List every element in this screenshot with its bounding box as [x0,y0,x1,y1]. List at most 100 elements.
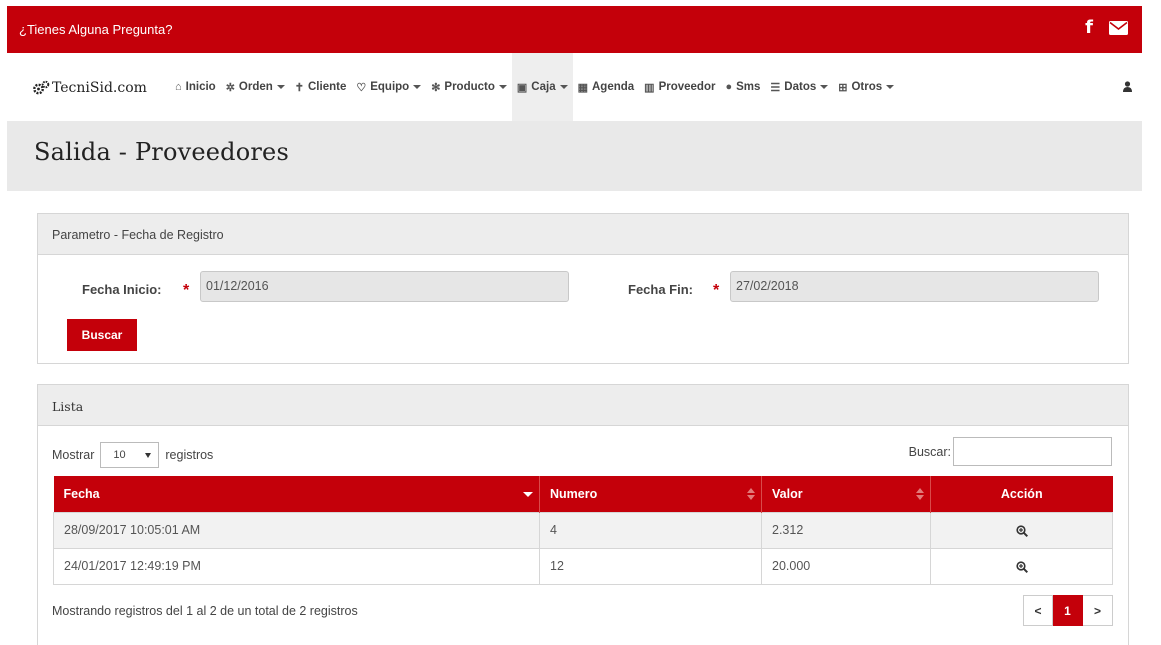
column-label: Fecha [63,486,100,501]
nav-item-datos[interactable]: ☰ Datos [765,53,833,121]
next-page-button[interactable]: > [1083,595,1113,626]
nav-item-equipo[interactable]: ♡ Equipo [351,53,426,121]
home-icon: ⌂ [175,81,182,93]
brand-logo[interactable]: TecniSid.com [32,80,147,96]
table-search-input[interactable] [953,437,1112,466]
nav-item-orden[interactable]: ✲ Orden [221,53,290,121]
nav-item-agenda[interactable]: ▦ Agenda [573,53,640,121]
nav-item-label: Sms [736,81,761,93]
nav-item-inicio[interactable]: ⌂ Inicio [170,53,221,121]
column-label: Acción [1000,486,1043,501]
nav-item-label: Equipo [370,81,410,93]
column-header-numero[interactable]: Numero [539,476,762,512]
records-label: registros [165,448,214,462]
end-date-input[interactable]: 27/02/2018 [730,271,1099,302]
nav-menu: ⌂ Inicio ✲ Orden ✝ Cliente ♡ Equipo ✻ Pr… [170,53,899,121]
search-button[interactable]: Buscar [67,319,137,351]
list-panel: Lista Mostrar 10 registros Buscar: Fecha… [37,384,1129,645]
required-mark: * [713,282,720,299]
page-title: Salida - Proveedores [34,138,289,166]
top-bar: ¿Tienes Alguna Pregunta? f [7,6,1142,53]
cell-valor: 2.312 [761,511,931,549]
table-info: Mostrando registros del 1 al 2 de un tot… [52,604,358,618]
social-links: f [1085,18,1128,38]
chevron-down-icon [276,85,285,89]
end-date-label: Fecha Fin: [628,282,694,297]
nav-item-caja[interactable]: ▣ Caja [511,53,573,121]
table-row: 28/09/2017 10:05:01 AM 4 2.312 [53,511,1113,549]
nav-item-label: Orden [238,81,273,93]
nav-item-otros[interactable]: ⊞ Otros [833,53,899,121]
user-icon[interactable] [1123,81,1132,92]
list-panel-title: Lista [38,385,1128,426]
cell-fecha: 24/01/2017 12:49:19 PM [53,547,540,585]
start-date-input[interactable]: 01/12/2016 [200,271,569,302]
gear-icon: ✲ [225,81,235,94]
page-button-current[interactable]: 1 [1053,595,1083,626]
gears-logo-icon [33,80,50,95]
sitemap-icon: ⊞ [838,81,848,94]
nav-item-label: Datos [784,81,817,93]
prev-page-button[interactable]: < [1023,595,1053,626]
filter-panel-title: Parametro - Fecha de Registro [38,214,1128,255]
nav-item-label: Producto [444,81,495,93]
search-label: Buscar: [908,444,951,459]
required-mark: * [183,282,190,299]
nav-item-label: Inicio [185,81,216,93]
zoom-in-icon[interactable] [1015,525,1028,537]
data-table: Fecha Numero Valor Acción 28/09/2017 10:… [53,476,1113,585]
nav-item-proveedor[interactable]: ▥ Proveedor [639,53,720,121]
sort-icon [916,488,924,500]
sort-desc-icon [523,492,533,497]
zoom-in-icon[interactable] [1015,561,1028,573]
nav-item-sms[interactable]: ● Sms [720,53,765,121]
nav-item-producto[interactable]: ✻ Producto [426,53,512,121]
cell-accion [930,511,1113,549]
facebook-icon[interactable]: f [1085,18,1093,38]
show-label: Mostrar [52,448,95,462]
nav-item-label: Agenda [592,81,635,93]
cell-fecha: 28/09/2017 10:05:01 AM [53,511,540,549]
nav-item-cliente[interactable]: ✝ Cliente [290,53,352,121]
question-text: ¿Tienes Alguna Pregunta? [19,22,173,37]
page-length-value: 10 [113,449,126,461]
nav-item-label: Caja [531,81,556,93]
calendar-icon: ▦ [577,81,588,94]
column-label: Valor [772,486,803,501]
list-icon: ☰ [770,81,781,94]
cell-numero: 12 [539,547,762,585]
chevron-down-icon [145,452,152,458]
mail-icon[interactable] [1109,21,1128,35]
money-icon: ▣ [516,81,528,94]
column-header-accion: Acción [930,476,1113,512]
page-length-select[interactable]: 10 [100,442,160,468]
pagination: < 1 > [1023,595,1113,626]
table-row: 24/01/2017 12:49:19 PM 12 20.000 [53,547,1113,585]
column-header-fecha[interactable]: Fecha [53,476,540,512]
page-length-control: Mostrar 10 registros [52,442,213,468]
table-header-row: Fecha Numero Valor Acción [53,476,1113,512]
table-search: Buscar: [909,437,1112,466]
column-label: Numero [550,486,598,501]
main-navbar: TecniSid.com ⌂ Inicio ✲ Orden ✝ Cliente … [7,53,1142,121]
chevron-down-icon [498,85,507,89]
chevron-down-icon [413,85,422,89]
chat-icon: ● [725,81,733,93]
lightbulb-icon: ♡ [356,81,367,94]
sort-icon [747,488,755,500]
nav-item-label: Cliente [308,81,347,93]
cell-accion [930,547,1113,585]
chevron-down-icon [559,85,568,89]
nav-item-label: Proveedor [658,81,716,93]
column-header-valor[interactable]: Valor [761,476,931,512]
building-icon: ▥ [644,81,655,94]
filter-panel: Parametro - Fecha de Registro Fecha Inic… [37,213,1129,364]
page-header: Salida - Proveedores [7,121,1142,191]
chevron-down-icon [886,85,895,89]
cell-numero: 4 [539,511,762,549]
gears-icon: ✻ [431,81,441,94]
person-icon: ✝ [294,81,304,94]
nav-item-label: Otros [851,81,883,93]
start-date-label: Fecha Inicio: [82,282,162,297]
chevron-down-icon [820,85,829,89]
